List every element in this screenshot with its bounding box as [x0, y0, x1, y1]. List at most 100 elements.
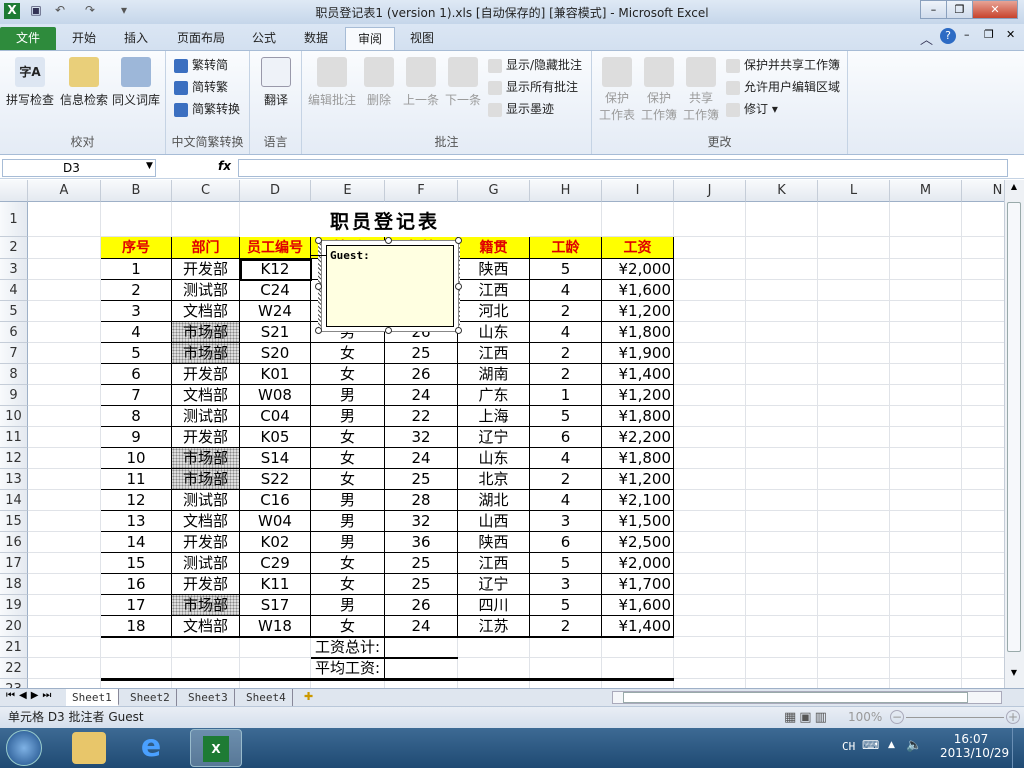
scroll-down-icon[interactable]: ▼: [1007, 668, 1021, 684]
data-cell[interactable]: 市场部: [172, 322, 240, 343]
data-cell[interactable]: 24: [385, 385, 458, 406]
next-comment-button[interactable]: 下一条: [442, 51, 484, 108]
cell[interactable]: [746, 237, 818, 259]
cell[interactable]: [28, 202, 101, 237]
cell[interactable]: [746, 406, 818, 427]
cell[interactable]: [746, 532, 818, 553]
zoom-in-icon[interactable]: +: [1006, 710, 1020, 724]
cell[interactable]: [818, 237, 890, 259]
cell[interactable]: [28, 574, 101, 595]
data-cell[interactable]: 市场部: [172, 448, 240, 469]
data-cell[interactable]: 陕西: [458, 259, 530, 280]
data-cell[interactable]: 22: [385, 406, 458, 427]
data-cell[interactable]: 男: [311, 385, 385, 406]
chinese-conversion-button[interactable]: 简繁转换: [174, 99, 240, 119]
cell[interactable]: [818, 532, 890, 553]
data-cell[interactable]: 4: [101, 322, 172, 343]
cell[interactable]: [28, 553, 101, 574]
data-cell[interactable]: 陕西: [458, 532, 530, 553]
cell[interactable]: [962, 658, 1004, 679]
row-header-19[interactable]: 19: [0, 595, 28, 616]
resize-handle[interactable]: [385, 237, 392, 244]
data-cell[interactable]: 10: [101, 448, 172, 469]
cell[interactable]: [962, 679, 1004, 688]
data-cell[interactable]: 3: [530, 511, 602, 532]
row-header-5[interactable]: 5: [0, 301, 28, 322]
cell[interactable]: [746, 427, 818, 448]
tab-data[interactable]: 数据: [292, 27, 340, 50]
data-cell[interactable]: 7: [101, 385, 172, 406]
data-cell[interactable]: 4: [530, 322, 602, 343]
cell[interactable]: [101, 658, 172, 679]
data-cell[interactable]: ¥1,900: [602, 343, 674, 364]
data-cell[interactable]: 江苏: [458, 616, 530, 637]
data-cell[interactable]: S21: [240, 322, 311, 343]
cell[interactable]: [674, 448, 746, 469]
cell[interactable]: [172, 658, 240, 679]
data-cell[interactable]: 14: [101, 532, 172, 553]
data-cell[interactable]: 24: [385, 616, 458, 637]
cell[interactable]: [28, 385, 101, 406]
row-header-6[interactable]: 6: [0, 322, 28, 343]
cell[interactable]: [674, 532, 746, 553]
cell[interactable]: [890, 202, 962, 237]
cell[interactable]: [746, 637, 818, 658]
data-cell[interactable]: 男: [311, 490, 385, 511]
horizontal-scrollbar-thumb[interactable]: [623, 692, 968, 703]
data-cell[interactable]: 4: [530, 280, 602, 301]
data-cell[interactable]: 25: [385, 469, 458, 490]
cell[interactable]: [746, 574, 818, 595]
cell[interactable]: [28, 679, 101, 688]
cell[interactable]: [28, 406, 101, 427]
data-cell[interactable]: 文档部: [172, 301, 240, 322]
resize-handle[interactable]: [315, 327, 322, 334]
column-header-K[interactable]: K: [746, 180, 818, 202]
row-header-11[interactable]: 11: [0, 427, 28, 448]
data-cell[interactable]: 25: [385, 343, 458, 364]
data-cell[interactable]: C24: [240, 280, 311, 301]
tab-page-layout[interactable]: 页面布局: [165, 27, 237, 50]
data-cell[interactable]: W18: [240, 616, 311, 637]
data-cell[interactable]: 女: [311, 364, 385, 385]
data-cell[interactable]: S17: [240, 595, 311, 616]
cell[interactable]: [28, 280, 101, 301]
data-cell[interactable]: 15: [101, 553, 172, 574]
data-cell[interactable]: 江西: [458, 553, 530, 574]
cell[interactable]: [818, 259, 890, 280]
cell[interactable]: [962, 448, 1004, 469]
cell[interactable]: [818, 343, 890, 364]
row-header-3[interactable]: 3: [0, 259, 28, 280]
cell[interactable]: [28, 658, 101, 679]
column-header-I[interactable]: I: [602, 180, 674, 202]
cell[interactable]: [962, 259, 1004, 280]
data-cell[interactable]: ¥1,800: [602, 406, 674, 427]
cell[interactable]: [890, 259, 962, 280]
zoom-slider[interactable]: [906, 717, 1004, 718]
cell[interactable]: [746, 679, 818, 688]
sheet-tab-2[interactable]: Sheet2: [124, 689, 177, 706]
row-header-21[interactable]: 21: [0, 637, 28, 658]
cell[interactable]: [818, 406, 890, 427]
cell[interactable]: [746, 202, 818, 237]
cell[interactable]: [674, 595, 746, 616]
cell[interactable]: [890, 427, 962, 448]
header-cell[interactable]: 工龄: [530, 237, 602, 259]
data-cell[interactable]: 山西: [458, 511, 530, 532]
header-cell[interactable]: 部门: [172, 237, 240, 259]
clock[interactable]: 16:07 2013/10/29: [940, 732, 1009, 760]
data-cell[interactable]: 5: [530, 553, 602, 574]
resize-handle[interactable]: [455, 237, 462, 244]
cell[interactable]: [818, 490, 890, 511]
cell[interactable]: [746, 553, 818, 574]
data-cell[interactable]: 32: [385, 511, 458, 532]
data-cell[interactable]: 6: [530, 427, 602, 448]
cell[interactable]: [962, 385, 1004, 406]
close-button[interactable]: ✕: [972, 0, 1018, 19]
row-header-13[interactable]: 13: [0, 469, 28, 490]
horizontal-scrollbar[interactable]: [612, 691, 1002, 704]
cell[interactable]: [818, 202, 890, 237]
data-cell[interactable]: 湖北: [458, 490, 530, 511]
cell[interactable]: [458, 658, 530, 679]
cell[interactable]: [962, 532, 1004, 553]
data-cell[interactable]: ¥1,700: [602, 574, 674, 595]
